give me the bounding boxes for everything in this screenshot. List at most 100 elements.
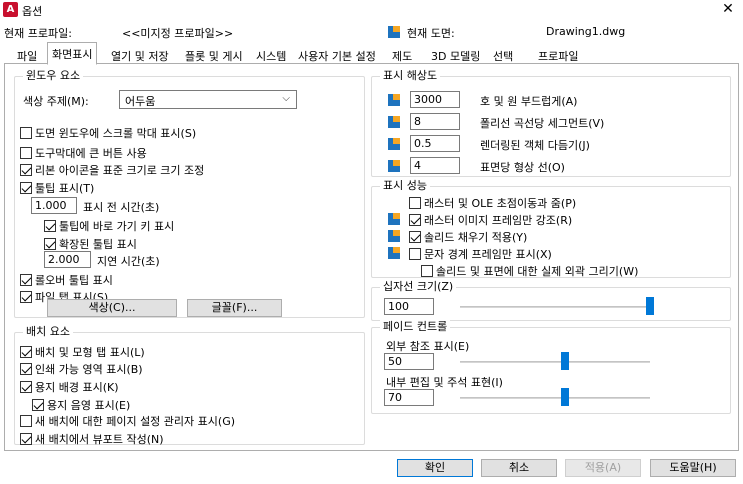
checkbox-box [20,414,32,427]
xref-fade-slider-track [460,361,650,363]
tab-display[interactable]: 화면표시 [47,42,98,65]
crosshair-size-input[interactable]: 100 [384,298,434,315]
rendered-smoothness-input[interactable]: 0.5 [410,135,460,152]
ok-button[interactable]: 확인 [397,459,473,477]
tooltip-delay-input[interactable]: 1.000 [31,197,77,214]
current-drawing-value: Drawing1.dwg [546,25,626,38]
xref-fade-slider-thumb[interactable] [560,352,569,370]
window-elements-title: 윈도우 요소 [23,69,84,83]
tab-user-preferences[interactable]: 사용자 기본 설정 [293,44,381,64]
checkbox-box [20,380,32,393]
checkbox-box [44,219,56,232]
tab-drafting[interactable]: 제도 [387,44,417,64]
crosshair-size-slider-track [460,306,650,308]
checkbox-label: 배치 및 모형 탭 표시(L) [35,345,145,359]
contour-lines-label: 표면당 형상 선(O) [480,161,565,174]
paper-shadow-checkbox[interactable]: 용지 음영 표시(E) [32,397,130,412]
raster-ole-checkbox[interactable]: 래스터 및 OLE 초점이동과 줌(P) [409,195,576,210]
checkbox-box [32,398,44,411]
drawing-saved-setting-icon [388,138,400,150]
display-performance-title: 표시 성능 [380,179,430,193]
checkbox-box [20,362,32,375]
large-buttons-checkbox[interactable]: 도구막대에 큰 버튼 사용 [20,145,147,160]
polyline-segments-label: 폴리선 곡선당 세그먼트(V) [480,117,605,130]
solid-fill-checkbox[interactable]: 솔리드 채우기 적용(Y) [409,229,527,244]
colors-button[interactable]: 색상(C)... [47,299,177,317]
extended-delay-input[interactable]: 2.000 [44,251,91,268]
extended-tooltips-checkbox[interactable]: 확장된 툴팁 표시 [44,236,137,251]
shortcut-keys-checkbox[interactable]: 툴팁에 바로 가기 키 표시 [44,218,174,233]
drawing-saved-setting-icon [388,94,400,106]
close-button[interactable]: ✕ [719,1,737,18]
inplace-edit-fade-input[interactable]: 70 [384,389,434,406]
arc-smoothness-label: 호 및 원 부드럽게(A) [480,95,578,108]
tab-selection[interactable]: 선택 [488,44,518,64]
page-setup-manager-checkbox[interactable]: 새 배치에 대한 페이지 설정 관리자 표시(G) [20,413,235,428]
title-bar: A 옵션 ✕ [0,0,743,19]
fonts-button[interactable]: 글꼴(F)... [187,299,282,317]
arc-smoothness-input[interactable]: 3000 [410,91,460,108]
checkbox-box [20,163,32,176]
tab-open-save[interactable]: 열기 및 저장 [106,44,174,64]
tab-files[interactable]: 파일 [12,44,42,64]
text-boundary-checkbox[interactable]: 문자 경계 프레임만 표시(X) [409,246,552,261]
fade-control-group: 페이드 컨트롤 외부 참조 표시(E) 50 내부 편집 및 주석 표현(I) … [371,320,731,414]
crosshair-size-slider-thumb[interactable] [646,297,654,315]
checkbox-box [409,213,421,226]
paper-background-checkbox[interactable]: 용지 배경 표시(K) [20,379,119,394]
tab-profiles[interactable]: 프로파일 [533,44,583,64]
checkbox-label: 솔리드 채우기 적용(Y) [424,230,528,244]
xref-fade-input[interactable]: 50 [384,353,434,370]
drawing-saved-setting-icon [388,247,400,259]
layout-elements-group: 배치 요소 배치 및 모형 탭 표시(L) 인쇄 가능 영역 표시(B) 용지 … [14,325,365,446]
checkbox-label: 래스터 이미지 프레임만 강조(R) [424,213,573,227]
inplace-edit-fade-label: 내부 편집 및 주석 표현(I) [386,376,503,389]
xref-fade-label: 외부 참조 표시(E) [386,340,470,353]
cancel-button[interactable]: 취소 [481,459,557,477]
create-viewport-checkbox[interactable]: 새 배치에서 뷰포트 작성(N) [20,431,164,446]
contour-lines-input[interactable]: 4 [410,157,460,174]
scrollbars-checkbox[interactable]: 도면 윈도우에 스크롤 막대 표시(S) [20,125,196,140]
checkbox-label: 도구막대에 큰 버튼 사용 [35,146,147,160]
resize-ribbon-icons-checkbox[interactable]: 리본 아이콘을 표준 크기로 크기 조정 [20,162,204,177]
color-scheme-dropdown[interactable]: 어두움 ⌵ [119,90,297,109]
tooltips-checkbox[interactable]: 툴팁 표시(T) [20,180,94,195]
inplace-edit-fade-slider-track [460,397,650,399]
checkbox-box [409,230,421,243]
checkbox-box [421,264,433,277]
checkbox-label: 툴팁에 바로 가기 키 표시 [59,219,175,233]
extended-delay-label: 지연 시간(초) [97,255,160,268]
inplace-edit-fade-slider-thumb[interactable] [560,388,569,406]
polyline-segments-input[interactable]: 8 [410,113,460,130]
raster-frame-checkbox[interactable]: 래스터 이미지 프레임만 강조(R) [409,212,572,227]
checkbox-box [44,237,56,250]
printable-area-checkbox[interactable]: 인쇄 가능 영역 표시(B) [20,361,143,376]
color-scheme-label: 색상 주제(M): [23,95,89,108]
drawing-saved-setting-icon [388,230,400,242]
tab-system[interactable]: 시스템 [251,44,291,64]
window-elements-group: 윈도우 요소 색상 주제(M): 어두움 ⌵ 도면 윈도우에 스크롤 막대 표시… [14,69,365,318]
tab-plot-publish[interactable]: 플롯 및 게시 [180,44,248,64]
tab-3d-modeling[interactable]: 3D 모델링 [426,44,485,64]
checkbox-label: 확장된 툴팁 표시 [59,237,137,251]
current-profile-label: 현재 프로파일: [4,27,72,40]
help-button[interactable]: 도움말(H) [650,459,736,477]
checkbox-label: 새 배치에 대한 페이지 설정 관리자 표시(G) [35,414,236,428]
display-tab-panel: 윈도우 요소 색상 주제(M): 어두움 ⌵ 도면 윈도우에 스크롤 막대 표시… [4,63,739,451]
checkbox-box [20,146,32,159]
checkbox-box [20,290,32,303]
checkbox-label: 래스터 및 OLE 초점이동과 줌(P) [424,196,577,210]
true-silhouettes-checkbox[interactable]: 솔리드 및 표면에 대한 실제 외곽 그리기(W) [421,263,638,278]
crosshair-size-group: 십자선 크기(Z) 100 [371,280,731,321]
autocad-app-icon: A [3,2,18,17]
checkbox-label: 용지 배경 표시(K) [35,380,119,394]
profile-row: 현재 프로파일: <<미지정 프로파일>> 현재 도면: Drawing1.dw… [0,22,743,40]
drawing-saved-setting-icon [388,116,400,128]
window-title: 옵션 [22,5,43,18]
apply-button[interactable]: 적용(A) [565,459,641,477]
layout-model-tabs-checkbox[interactable]: 배치 및 모형 탭 표시(L) [20,344,145,359]
checkbox-box [20,181,32,194]
rendered-smoothness-label: 렌더링된 객체 다듬기(J) [480,139,590,152]
checkbox-box [20,273,32,286]
rollover-tooltips-checkbox[interactable]: 롤오버 툴팁 표시 [20,272,113,287]
